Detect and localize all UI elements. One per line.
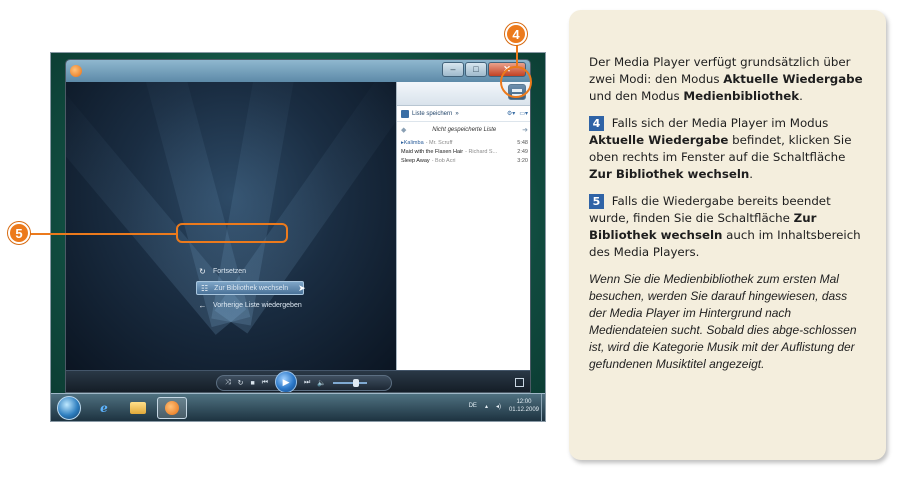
intro-paragraph: Der Media Player verfügt grundsätzlich ü… [589, 54, 866, 105]
playlist-title: Nicht gespeicherte Liste [432, 127, 497, 133]
previous-icon[interactable]: ⏮ [262, 379, 268, 387]
list-item[interactable]: ▸ Kalimba - Mr. Scruff 5:48 [397, 138, 530, 147]
tray-arrow-icon[interactable]: ▴ [485, 403, 488, 410]
chevron-icon: » [455, 110, 459, 117]
play-previous-label: Vorherige Liste wiedergeben [213, 301, 302, 309]
library-note: Wenn Sie die Medienbibliothek zum ersten… [589, 272, 857, 371]
callout-ring-4 [500, 66, 532, 98]
info-box: Der Media Player verfügt grundsätzlich ü… [569, 10, 886, 460]
clock-time: 12:00 [516, 399, 532, 405]
intro-text-2: und den Modus [589, 89, 684, 103]
previous-list-icon[interactable]: ◆ [401, 126, 406, 134]
track-title: Sleep Away [401, 157, 430, 164]
step-5-badge: 5 [589, 194, 604, 209]
play-button[interactable]: ▶ [275, 371, 298, 392]
shuffle-icon[interactable]: ⤨ [225, 379, 231, 387]
callout-badge-4: 4 [505, 23, 527, 45]
mouse-cursor-icon: ➤ [298, 282, 306, 293]
step-4-text: Falls sich der Media Player im Modus [608, 116, 829, 130]
playback-controls: ⤨ ↻ ■ ⏮ ▶ ⏭ 🔈 [66, 370, 530, 392]
switch-library-item[interactable]: ☷ Zur Bibliothek wechseln ➤ [196, 281, 306, 295]
show-desktop-button[interactable] [541, 394, 545, 421]
save-list-button[interactable]: Liste speichern [412, 111, 452, 117]
playlist-pane: Liste speichern » ⚙▾ ▭▾ ◆ Nicht gespeich… [396, 82, 530, 370]
explorer-folder-icon[interactable] [123, 397, 153, 419]
clock-date: 01.12.2009 [508, 407, 539, 413]
step-4-paragraph: 4 Falls sich der Media Player im Modus A… [589, 115, 866, 183]
track-artist: - Bob Acri [431, 157, 456, 164]
volume-slider[interactable] [333, 379, 368, 387]
switch-library-label: Zur Bibliothek wechseln [214, 284, 289, 292]
track-duration: 5:48 [517, 139, 528, 146]
track-artist: - Richard S... [465, 148, 498, 155]
switch-view-icon[interactable] [515, 378, 524, 387]
volume-icon[interactable]: 🔈 [317, 379, 326, 387]
step-4-period: . [749, 167, 754, 181]
internet-explorer-icon[interactable]: e [89, 397, 119, 419]
minimize-button[interactable]: – [442, 62, 464, 77]
resume-label: Fortsetzen [213, 267, 247, 275]
callout-line-4 [516, 44, 518, 66]
next-list-icon[interactable]: ➜ [522, 126, 528, 134]
start-button[interactable] [57, 396, 81, 420]
media-player-taskbar-icon[interactable] [157, 397, 187, 419]
track-duration: 2:49 [517, 148, 528, 155]
intro-period: . [799, 89, 803, 103]
list-item[interactable]: Maid with the Flaxen Hair - Richard S...… [397, 147, 530, 156]
save-list-icon [401, 109, 409, 118]
list-view-icon[interactable]: ▭▾ [519, 110, 528, 117]
intro-mode-library: Medienbibliothek [683, 89, 800, 103]
step-4-button-name: Zur Bibliothek wechseln [589, 167, 750, 181]
callout-badge-5: 5 [8, 222, 30, 244]
track-artist: - Mr. Scruff [425, 139, 453, 146]
step-4-mode: Aktuelle Wiedergabe [589, 133, 729, 147]
maximize-button[interactable]: □ [465, 62, 487, 77]
track-artist-name: Richard S... [468, 148, 498, 155]
taskbar: e DE ▴ ◂) 12:00 01.12.2009 [51, 393, 545, 421]
callout-ring-5 [176, 223, 288, 243]
track-artist-name: Bob Acri [435, 157, 456, 164]
playlist-toolbar: Liste speichern » ⚙▾ ▭▾ [397, 106, 530, 122]
track-title: Kalimba [403, 139, 424, 146]
step-4-badge: 4 [589, 116, 604, 131]
library-icon: ☷ [201, 283, 209, 293]
step-5-paragraph: 5 Falls die Wiedergabe bereits beendet w… [589, 193, 866, 261]
speaker-icon[interactable]: ◂) [496, 403, 501, 410]
title-bar: – □ ✕ [66, 60, 530, 82]
play-previous-item[interactable]: ← Vorherige Liste wiedergeben [198, 298, 302, 312]
next-icon[interactable]: ⏭ [304, 379, 310, 387]
stop-icon[interactable]: ■ [250, 380, 254, 387]
resume-item[interactable]: ↻ Fortsetzen [198, 264, 246, 278]
system-tray: DE ▴ ◂) 12:00 01.12.2009 [469, 398, 539, 414]
clock[interactable]: 12:00 01.12.2009 [509, 398, 539, 414]
back-arrow-icon: ← [198, 300, 207, 310]
intro-mode-now-playing: Aktuelle Wiedergabe [723, 72, 863, 86]
list-tools-icon[interactable]: ⚙▾ [507, 110, 515, 117]
callout-line-5 [30, 233, 176, 235]
language-indicator[interactable]: DE [469, 403, 477, 409]
volume-knob[interactable] [353, 379, 360, 387]
list-item[interactable]: Sleep Away - Bob Acri 3:20 [397, 156, 530, 165]
playlist-nav: ◆ Nicht gespeicherte Liste ➜ [397, 122, 530, 138]
resume-icon: ↻ [199, 266, 206, 276]
track-artist-name: Mr. Scruff [429, 139, 453, 146]
screenshot: – □ ✕ ↻ Fortsetzen ☷ Zur Bibliothek wech… [50, 52, 546, 422]
transport-bar: ⤨ ↻ ■ ⏮ ▶ ⏭ 🔈 [216, 371, 392, 392]
track-duration: 3:20 [517, 157, 528, 164]
media-player-icon [70, 65, 82, 77]
media-player-window: – □ ✕ ↻ Fortsetzen ☷ Zur Bibliothek wech… [65, 59, 531, 393]
track-title: Maid with the Flaxen Hair [401, 148, 464, 155]
repeat-icon[interactable]: ↻ [238, 379, 244, 387]
list-options: ⚙▾ ▭▾ [507, 110, 528, 117]
